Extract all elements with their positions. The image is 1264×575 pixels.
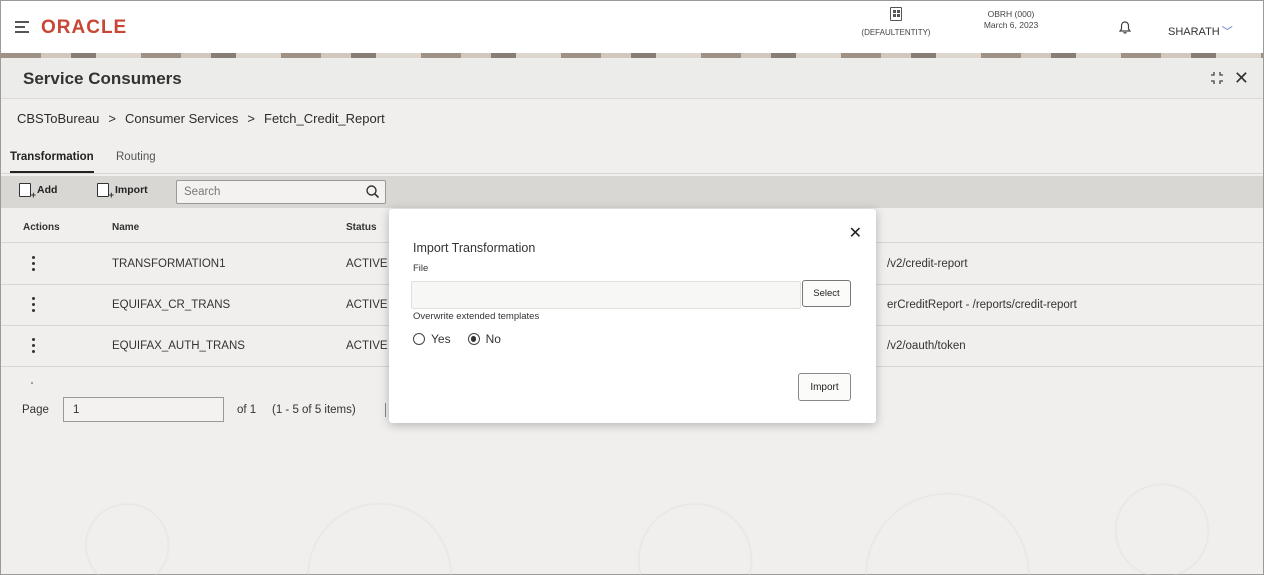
radio-option-no[interactable]: No	[467, 332, 501, 346]
user-menu[interactable]: SHARATH ﹀	[1168, 23, 1233, 39]
import-button-label: Import	[115, 184, 148, 196]
entity-label: (DEFAULTENTITY)	[861, 28, 931, 37]
radio-no[interactable]	[467, 333, 480, 345]
row-name: TRANSFORMATION1	[112, 258, 226, 270]
add-button[interactable]: Add	[19, 183, 58, 200]
radio-yes-label: Yes	[431, 332, 451, 346]
breadcrumb: CBSToBureau > Consumer Services > Fetch_Cred…	[17, 111, 385, 126]
branch-label: OBRH (000)	[987, 9, 1035, 19]
row-route: /v2/credit-report	[887, 258, 968, 270]
date-label: March 6, 2023	[983, 20, 1039, 30]
breadcrumb-item-fetch-credit-report: Fetch_Credit_Report	[264, 111, 385, 126]
divider-dot	[31, 382, 33, 384]
pager-divider	[385, 403, 386, 417]
chevron-down-icon: ﹀	[1221, 26, 1233, 38]
import-transformation-dialog: ✕ Import Transformation File Select Over…	[389, 209, 876, 423]
row-name: EQUIFAX_AUTH_TRANS	[112, 340, 245, 352]
page-number-input[interactable]	[63, 397, 224, 422]
row-route: /v2/oauth/token	[887, 340, 966, 352]
search-box	[176, 180, 386, 204]
row-actions-icon[interactable]	[32, 338, 36, 354]
close-icon[interactable]: ✕	[849, 226, 862, 242]
column-status[interactable]: Status	[346, 222, 377, 233]
import-document-icon	[97, 183, 114, 200]
row-status: ACTIVE	[346, 258, 388, 270]
page-title: Service Consumers	[23, 69, 182, 88]
oracle-logo: ORACLE	[41, 17, 128, 38]
row-name: EQUIFAX_CR_TRANS	[112, 299, 231, 311]
user-name: SHARATH	[1168, 26, 1220, 38]
window-controls: ✕	[1210, 69, 1249, 87]
title-bar: Service Consumers ✕	[1, 59, 1263, 99]
row-actions-icon[interactable]	[32, 256, 36, 272]
radio-yes[interactable]	[413, 333, 425, 345]
pagination: Page of 1 (1 - 5 of 5 items)	[1, 394, 441, 426]
close-icon[interactable]: ✕	[1234, 69, 1249, 87]
building-icon	[890, 7, 902, 21]
row-actions-icon[interactable]	[32, 297, 36, 313]
dialog-title: Import Transformation	[413, 241, 536, 255]
tab-bar: Transformation Routing	[1, 144, 1263, 174]
column-name[interactable]: Name	[112, 222, 139, 233]
column-actions: Actions	[23, 222, 60, 233]
row-status: ACTIVE	[346, 299, 388, 311]
background-pattern	[1, 427, 1263, 575]
search-icon[interactable]	[365, 184, 381, 203]
breadcrumb-separator: >	[247, 111, 256, 126]
import-submit-button[interactable]: Import	[798, 373, 851, 401]
tab-transformation[interactable]: Transformation	[10, 151, 94, 173]
radio-no-label: No	[485, 332, 501, 346]
radio-option-yes[interactable]: Yes	[413, 332, 451, 346]
add-document-icon	[19, 183, 36, 200]
app-frame: ORACLE (DEFAULTENTITY) OBRH (000) March …	[0, 0, 1264, 575]
file-label: File	[413, 263, 429, 274]
breadcrumb-separator: >	[108, 111, 116, 126]
bell-icon[interactable]	[1119, 21, 1131, 34]
select-file-button[interactable]: Select	[802, 280, 851, 307]
row-status: ACTIVE	[346, 340, 388, 352]
breadcrumb-item-cbstobureau[interactable]: CBSToBureau	[17, 111, 99, 126]
file-path-field[interactable]	[411, 281, 801, 309]
toolbar: Add Import	[1, 176, 1263, 208]
overwrite-radio-group: Yes No	[413, 332, 518, 346]
search-input[interactable]	[178, 182, 358, 202]
overwrite-label: Overwrite extended templates	[413, 311, 540, 322]
header-decorative-band	[1, 53, 1263, 58]
compress-icon[interactable]	[1210, 71, 1224, 85]
hamburger-menu-icon[interactable]	[15, 21, 29, 33]
branch-date-info[interactable]: OBRH (000) March 6, 2023	[951, 9, 1071, 31]
import-button[interactable]: Import	[97, 183, 148, 200]
page-label: Page	[22, 404, 49, 416]
app-header: ORACLE (DEFAULTENTITY) OBRH (000) March …	[1, 1, 1263, 53]
page-total: of 1	[237, 404, 257, 416]
entity-selector[interactable]: (DEFAULTENTITY)	[856, 7, 936, 38]
row-route: erCreditReport - /reports/credit-report	[887, 299, 1077, 311]
breadcrumb-item-consumer-services[interactable]: Consumer Services	[125, 111, 238, 126]
page-items-count: (1 - 5 of 5 items)	[272, 404, 356, 416]
add-button-label: Add	[37, 184, 58, 196]
tab-routing[interactable]: Routing	[116, 151, 156, 163]
